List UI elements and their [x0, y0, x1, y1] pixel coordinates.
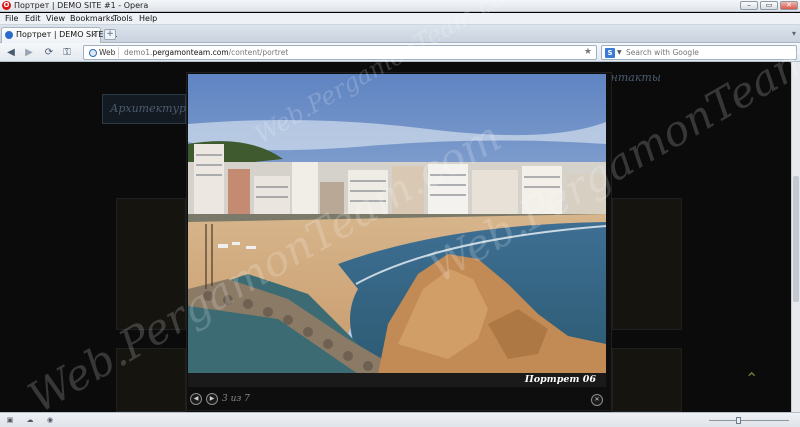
- web-badge[interactable]: Web: [86, 47, 120, 58]
- lightbox-prev-button[interactable]: ◀: [190, 393, 202, 405]
- lightbox-photo: [188, 74, 606, 374]
- gallery-thumbnail[interactable]: [612, 198, 682, 330]
- site-menu-item-contacts[interactable]: онтакты: [604, 64, 682, 92]
- tab-menu-chevron-icon[interactable]: ▾: [792, 29, 796, 38]
- status-bar: ▣ ☁ ◉: [0, 412, 800, 427]
- search-box[interactable]: S ▼ Search with Google: [601, 45, 797, 60]
- web-badge-label: Web: [99, 48, 116, 57]
- lightbox-close-button[interactable]: ✕: [591, 394, 603, 406]
- bookmark-star-icon[interactable]: ★: [584, 46, 592, 59]
- url-text[interactable]: demo1.pergamonteam.com/content/portret: [124, 46, 288, 59]
- url-path: /content/portret: [228, 48, 289, 57]
- menu-file[interactable]: File: [5, 13, 18, 25]
- tab-label: Портрет | DEMO SITE #1: [16, 30, 118, 39]
- key-icon[interactable]: ⚿: [60, 46, 74, 59]
- menu-tools[interactable]: Tools: [113, 13, 133, 25]
- tab-close-icon[interactable]: ×: [90, 29, 97, 41]
- scrollbar-thumb[interactable]: [793, 176, 799, 302]
- opera-logo-icon: O: [2, 1, 11, 10]
- back-arrow-icon[interactable]: ◀: [4, 46, 18, 59]
- zoom-knob[interactable]: [735, 417, 741, 424]
- camera-icon[interactable]: ◉: [45, 416, 55, 425]
- reload-icon[interactable]: ⟳: [42, 46, 56, 59]
- address-bar[interactable]: Web demo1.pergamonteam.com/content/portr…: [83, 45, 597, 60]
- close-window-button[interactable]: ✕: [780, 1, 798, 10]
- site-menu-item-architecture[interactable]: Архитектур: [102, 94, 186, 124]
- tab-bar: Портрет | DEMO SITE #1 × + ▾: [0, 25, 800, 43]
- window-title: Портрет | DEMO SITE #1 - Opera: [14, 1, 149, 10]
- url-prefix: demo1.: [124, 48, 153, 57]
- lightbox-next-button[interactable]: ▶: [206, 393, 218, 405]
- restore-button[interactable]: ▭: [760, 1, 778, 10]
- zoom-track: [709, 420, 789, 421]
- minimize-button[interactable]: –: [740, 1, 758, 10]
- lightbox: Портрет 06 ◀ ▶ 3 из 7 ✕: [186, 72, 612, 411]
- vertical-scrollbar[interactable]: [791, 62, 800, 412]
- page-content: Архитектур онтакты ⌃ Портрет 06 ◀ ▶ 3 из…: [0, 62, 791, 412]
- zoom-slider[interactable]: [705, 416, 793, 425]
- panel-toggle-icon[interactable]: ▣: [5, 416, 15, 425]
- forward-arrow-icon[interactable]: ▶: [22, 46, 36, 59]
- cloud-icon[interactable]: ☁: [25, 416, 35, 425]
- menu-bookmarks[interactable]: Bookmarks: [70, 13, 115, 25]
- new-tab-button[interactable]: +: [104, 29, 116, 40]
- gallery-thumbnail[interactable]: [612, 348, 682, 412]
- url-domain: pergamonteam.com: [152, 48, 229, 57]
- lightbox-footer: ◀ ▶ 3 из 7 ✕: [187, 389, 611, 411]
- tab-active[interactable]: Портрет | DEMO SITE #1 ×: [1, 27, 118, 43]
- lightbox-caption-bar: Портрет 06: [188, 373, 606, 387]
- menu-bar: File Edit View Bookmarks Tools Help: [0, 13, 800, 25]
- search-engine-icon[interactable]: S: [605, 48, 615, 58]
- menu-help[interactable]: Help: [139, 13, 157, 25]
- gallery-thumbnail[interactable]: [116, 198, 186, 330]
- menu-view[interactable]: View: [46, 13, 65, 25]
- search-placeholder: Search with Google: [626, 48, 699, 57]
- menu-edit[interactable]: Edit: [25, 13, 41, 25]
- title-bar: O Портрет | DEMO SITE #1 - Opera – ▭ ✕: [0, 0, 800, 12]
- lightbox-caption: Портрет 06: [524, 374, 596, 385]
- globe-icon: [89, 49, 97, 57]
- gallery-thumbnail[interactable]: [116, 348, 186, 412]
- scroll-to-top-icon[interactable]: ⌃: [745, 369, 758, 388]
- navigation-bar: ◀ ▶ ⟳ ⚿ Web demo1.pergamonteam.com/conte…: [0, 43, 800, 62]
- site-favicon-icon: [5, 31, 13, 39]
- search-engine-dropdown-icon[interactable]: ▼: [617, 46, 622, 59]
- lightbox-counter: 3 из 7: [222, 394, 250, 404]
